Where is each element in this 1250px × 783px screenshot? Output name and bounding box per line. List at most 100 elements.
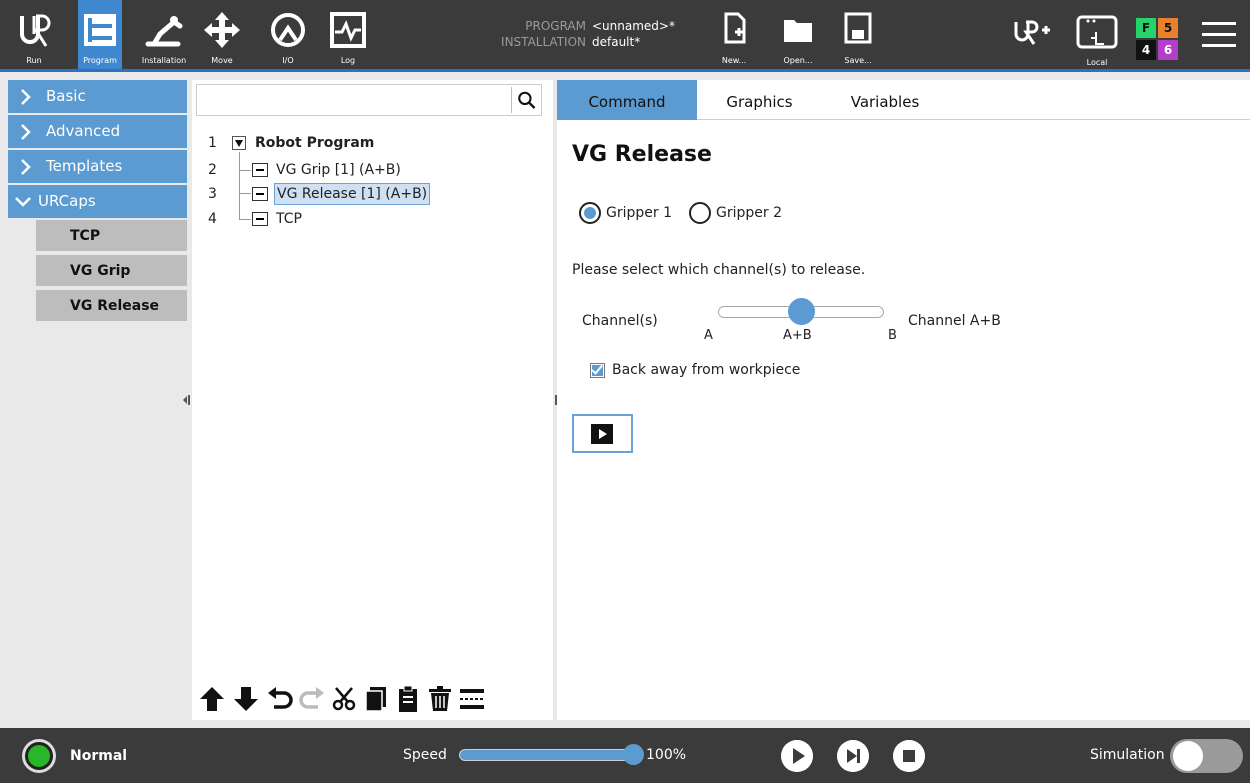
- nav-program-label: Program: [83, 56, 117, 65]
- search-field[interactable]: [196, 84, 542, 116]
- move-up-arrow-icon[interactable]: [198, 685, 226, 713]
- urcap-item-tcp[interactable]: TCP: [36, 220, 187, 253]
- hamburger-menu-icon: [1202, 22, 1236, 47]
- nav-io-button[interactable]: I/O: [264, 0, 312, 70]
- tree-row[interactable]: 2 VG Grip [1] (A+B): [192, 159, 552, 181]
- nav-move-label: Move: [211, 56, 233, 65]
- speed-value: 100%: [646, 747, 687, 763]
- status-indicator-grid[interactable]: F 5 4 6: [1136, 18, 1180, 60]
- urcap-item-vg-release[interactable]: VG Release: [36, 290, 187, 323]
- delete-trash-icon[interactable]: [426, 685, 454, 713]
- category-basic[interactable]: Basic: [8, 80, 187, 113]
- open-label: Open...: [783, 56, 813, 65]
- program-tree-icon: [84, 14, 116, 46]
- tree-row[interactable]: 1 Robot Program: [192, 132, 552, 154]
- category-urcaps[interactable]: URCaps: [8, 185, 187, 218]
- urplus-button[interactable]: [1012, 18, 1052, 74]
- hamburger-menu-button[interactable]: [1200, 18, 1240, 74]
- move-arrows-icon: [204, 12, 240, 48]
- category-basic-label: Basic: [46, 87, 86, 105]
- cut-scissors-icon[interactable]: [330, 685, 358, 713]
- io-gauge-icon: [271, 13, 305, 47]
- teach-pendant-icon: [1076, 15, 1118, 49]
- open-program-button[interactable]: Open...: [776, 10, 820, 66]
- speed-slider-track[interactable]: [459, 749, 637, 761]
- node-dash-icon: [252, 187, 268, 201]
- line-number: 1: [208, 135, 217, 151]
- ur-logo-icon: [20, 14, 51, 47]
- paste-clipboard-icon[interactable]: [394, 685, 422, 713]
- folder-icon: [784, 20, 812, 42]
- category-advanced[interactable]: Advanced: [8, 115, 187, 148]
- save-program-button[interactable]: Save...: [836, 10, 880, 66]
- move-down-arrow-icon[interactable]: [232, 685, 260, 713]
- channel-slider-knob[interactable]: [787, 298, 815, 325]
- save-label: Save...: [844, 56, 872, 65]
- back-away-label[interactable]: Back away from workpiece: [612, 362, 800, 378]
- tick-b-label: B: [888, 328, 897, 343]
- top-bar-accent-line: [0, 69, 1250, 72]
- suppress-icon[interactable]: [458, 685, 486, 713]
- nav-installation-label: Installation: [141, 56, 187, 65]
- nav-run-label: Run: [26, 56, 42, 65]
- nav-move-button[interactable]: Move: [200, 0, 244, 70]
- nav-io-label: I/O: [282, 56, 294, 65]
- gripper-1-label[interactable]: Gripper 1: [606, 205, 672, 221]
- search-icon[interactable]: [511, 87, 537, 113]
- urplus-icon: [1014, 20, 1050, 45]
- category-advanced-label: Advanced: [46, 122, 121, 140]
- nav-installation-button[interactable]: Installation: [136, 0, 192, 70]
- category-templates[interactable]: Templates: [8, 150, 187, 183]
- collapse-left-handle-icon[interactable]: [180, 393, 192, 407]
- chevron-right-icon: [21, 159, 31, 175]
- program-key: PROGRAM: [525, 19, 586, 33]
- gripper-2-radio[interactable]: [689, 202, 711, 224]
- tab-bar: Command Graphics Variables: [557, 80, 1250, 120]
- status-f: F: [1136, 18, 1156, 38]
- tab-variables[interactable]: Variables: [830, 80, 940, 120]
- tree-row[interactable]: 4 TCP: [192, 208, 552, 230]
- urcap-item-vg-grip[interactable]: VG Grip: [36, 255, 187, 288]
- chevron-right-icon: [21, 124, 31, 140]
- copy-icon[interactable]: [362, 685, 390, 713]
- tree-node-robot-program[interactable]: Robot Program: [255, 132, 374, 154]
- tick-a-label: A: [704, 328, 713, 343]
- nav-log-button[interactable]: Log: [326, 0, 370, 70]
- line-number: 2: [208, 162, 217, 178]
- new-program-button[interactable]: New...: [712, 10, 756, 66]
- program-name: <unnamed>*: [592, 19, 675, 33]
- tab-graphics[interactable]: Graphics: [707, 80, 812, 120]
- local-label: Local: [1086, 58, 1108, 67]
- tree-node-tcp[interactable]: TCP: [276, 208, 302, 230]
- redo-icon[interactable]: [298, 685, 326, 713]
- expand-triangle-icon[interactable]: [232, 136, 246, 150]
- speed-slider-fill: [460, 750, 636, 760]
- simulation-label: Simulation: [1090, 747, 1165, 763]
- power-status-button[interactable]: [22, 739, 56, 773]
- speed-label: Speed: [403, 747, 447, 763]
- nav-run-button[interactable]: Run: [14, 0, 54, 70]
- local-control-button[interactable]: Local: [1074, 14, 1120, 70]
- program-tree-panel: 1 Robot Program 2 VG Grip [1] (A+B) 3 VG…: [192, 80, 553, 720]
- nav-program-button[interactable]: Program: [78, 0, 122, 70]
- tree-row[interactable]: 3 VG Release [1] (A+B): [192, 183, 552, 205]
- undo-icon[interactable]: [266, 685, 294, 713]
- category-templates-label: Templates: [46, 157, 123, 175]
- line-number: 3: [208, 186, 217, 202]
- tree-node-vg-grip[interactable]: VG Grip [1] (A+B): [276, 159, 401, 181]
- bottom-bar: Normal Speed 100% Simulation: [0, 728, 1250, 783]
- play-button-icon[interactable]: [781, 740, 813, 772]
- step-button-icon[interactable]: [837, 740, 869, 772]
- simulation-toggle[interactable]: [1170, 739, 1243, 773]
- gripper-1-radio[interactable]: [579, 202, 601, 224]
- installation-key: INSTALLATION: [501, 35, 586, 49]
- tree-node-vg-release[interactable]: VG Release [1] (A+B): [274, 183, 431, 205]
- speed-slider-knob[interactable]: [622, 744, 644, 765]
- stop-button-icon[interactable]: [893, 740, 925, 772]
- status-6: 6: [1158, 40, 1178, 60]
- test-play-button[interactable]: [572, 414, 633, 453]
- play-icon: [591, 424, 613, 444]
- back-away-checkbox[interactable]: [590, 362, 605, 378]
- gripper-2-label[interactable]: Gripper 2: [716, 205, 782, 221]
- tab-command[interactable]: Command: [557, 80, 697, 120]
